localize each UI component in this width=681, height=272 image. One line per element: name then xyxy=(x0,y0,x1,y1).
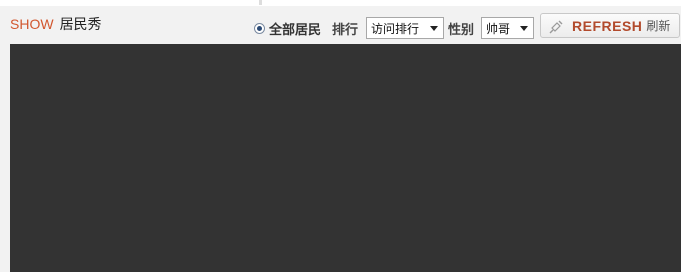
sort-select-value: 访问排行 xyxy=(371,21,420,36)
residents-show-panel: SHOW 居民秀 全部居民 排行 访问排行 性别 帅哥 REFRESH 刷新 xyxy=(0,6,681,272)
radio-selected-dot xyxy=(257,25,262,31)
all-residents-radio[interactable] xyxy=(254,22,265,34)
refresh-button[interactable]: REFRESH 刷新 xyxy=(540,13,680,38)
refresh-icon xyxy=(549,19,563,33)
sort-select[interactable]: 访问排行 xyxy=(366,17,445,39)
title-cn: 居民秀 xyxy=(59,17,102,33)
chevron-down-icon xyxy=(430,25,439,31)
refresh-label-en: REFRESH xyxy=(572,17,643,34)
gender-select-value: 帅哥 xyxy=(486,21,511,36)
chevron-down-icon xyxy=(520,25,529,31)
top-divider-tick xyxy=(259,0,262,5)
gender-label: 性别 xyxy=(448,22,475,38)
title-en: SHOW xyxy=(10,16,54,32)
panel-title: SHOW 居民秀 xyxy=(10,16,102,33)
refresh-label-cn: 刷新 xyxy=(646,19,671,33)
filter-bar: 全部居民 排行 访问排行 性别 帅哥 xyxy=(254,16,535,40)
all-residents-label[interactable]: 全部居民 xyxy=(269,19,321,38)
gender-select[interactable]: 帅哥 xyxy=(481,17,535,39)
sort-label: 排行 xyxy=(332,22,359,38)
panel-header: SHOW 居民秀 全部居民 排行 访问排行 性别 帅哥 REFRESH 刷新 xyxy=(0,6,681,44)
residents-content-area xyxy=(10,44,681,272)
